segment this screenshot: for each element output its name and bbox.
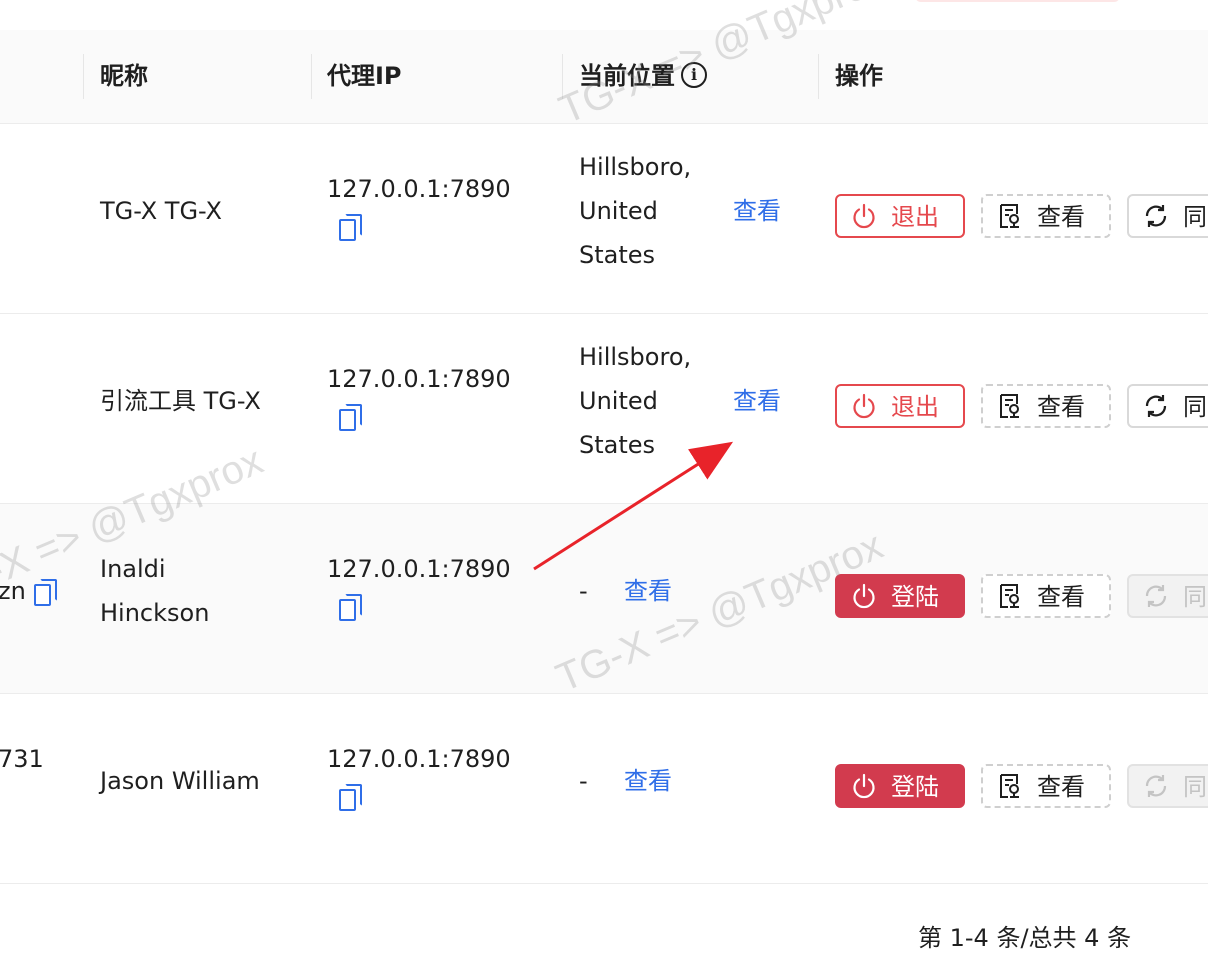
sync-button[interactable]: 同: [1127, 194, 1208, 238]
header-proxy-ip: 代理IP: [327, 62, 402, 90]
top-button-edge: [915, 0, 1120, 2]
primary-action-label: 登陆: [891, 773, 939, 801]
primary-action-label: 退出: [891, 203, 939, 231]
document-view-icon: [1000, 774, 1019, 798]
primary-action-label: 登陆: [891, 583, 939, 611]
power-icon: [853, 773, 875, 799]
proxy-ip-cell: 127.0.0.1:7890: [327, 357, 511, 445]
header-location-label: 当前位置: [579, 62, 675, 90]
document-view-icon: [1000, 394, 1019, 418]
nickname-cell: Jason William: [100, 767, 260, 795]
sync-icon: [1145, 395, 1167, 417]
nickname-cell: TG-X TG-X: [100, 197, 222, 225]
primary-action-button[interactable]: 退出: [835, 384, 965, 428]
view-button[interactable]: 查看: [981, 194, 1111, 238]
sync-button[interactable]: 同: [1127, 384, 1208, 428]
table-row: 731 Jason William 127.0.0.1:7890 - 查看 登陆…: [0, 694, 1208, 884]
proxy-ip-cell: 127.0.0.1:7890: [327, 547, 511, 635]
location-cell: Hillsboro, United States: [579, 153, 692, 269]
nickname-cell: Inaldi Hinckson: [100, 555, 210, 627]
copy-icon[interactable]: [337, 783, 362, 811]
view-location-link[interactable]: 查看: [624, 569, 672, 613]
view-button-label: 查看: [1037, 393, 1085, 421]
copy-icon[interactable]: [337, 403, 362, 431]
sync-button-label: 同: [1183, 393, 1207, 421]
primary-action-button[interactable]: 登陆: [835, 574, 965, 618]
copy-icon[interactable]: [337, 593, 362, 621]
power-icon: [853, 583, 875, 609]
row-left-fragment: zn: [0, 569, 57, 613]
row-left-fragment: 731: [0, 737, 44, 781]
document-view-icon: [1000, 584, 1019, 608]
primary-action-button[interactable]: 退出: [835, 194, 965, 238]
copy-icon[interactable]: [337, 213, 362, 241]
proxy-ip-text: 127.0.0.1:7890: [327, 175, 511, 203]
power-icon: [853, 203, 875, 229]
sync-icon: [1145, 775, 1167, 797]
copy-icon[interactable]: [32, 578, 57, 606]
left-fragment-text: 731: [0, 745, 44, 773]
sync-button-label: 同: [1183, 773, 1207, 801]
power-icon: [853, 393, 875, 419]
header-actions: 操作: [835, 62, 883, 90]
view-location-link[interactable]: 查看: [624, 759, 672, 803]
view-button[interactable]: 查看: [981, 384, 1111, 428]
nickname-cell: 引流工具 TG-X: [100, 387, 261, 415]
location-cell: Hillsboro, United States: [579, 343, 692, 459]
view-button[interactable]: 查看: [981, 764, 1111, 808]
primary-action-label: 退出: [891, 393, 939, 421]
sync-button-label: 同: [1183, 203, 1207, 231]
column-separator: [311, 54, 312, 99]
proxy-ip-copy-wrap: [327, 591, 511, 635]
column-separator: [562, 54, 563, 99]
sync-icon: [1145, 205, 1167, 227]
view-button[interactable]: 查看: [981, 574, 1111, 618]
proxy-ip-text: 127.0.0.1:7890: [327, 745, 511, 773]
view-button-label: 查看: [1037, 773, 1085, 801]
info-circle-icon[interactable]: i: [681, 61, 707, 88]
sync-button[interactable]: 同: [1127, 764, 1208, 808]
proxy-ip-text: 127.0.0.1:7890: [327, 555, 511, 583]
view-location-link[interactable]: 查看: [733, 379, 781, 423]
sync-button-label: 同: [1183, 583, 1207, 611]
proxy-ip-copy-wrap: [327, 781, 511, 825]
view-location-link[interactable]: 查看: [733, 189, 781, 233]
table-row: zn Inaldi Hinckson 127.0.0.1:7890 - 查看 登…: [0, 504, 1208, 694]
proxy-ip-copy-wrap: [327, 401, 511, 445]
header-nickname: 昵称: [100, 62, 148, 90]
header-location: 当前位置 i: [579, 30, 707, 123]
proxy-ip-copy-wrap: [327, 211, 511, 255]
table-row: TG-X TG-X 127.0.0.1:7890 Hillsboro, Unit…: [0, 124, 1208, 314]
table-header: 昵称 代理IP 当前位置 i 操作: [0, 30, 1208, 124]
primary-action-button[interactable]: 登陆: [835, 764, 965, 808]
view-button-label: 查看: [1037, 583, 1085, 611]
proxy-ip-cell: 127.0.0.1:7890: [327, 737, 511, 825]
pagination-summary: 第 1-4 条/总共 4 条: [918, 924, 1132, 952]
proxy-ip-text: 127.0.0.1:7890: [327, 365, 511, 393]
document-view-icon: [1000, 204, 1019, 228]
proxy-ip-cell: 127.0.0.1:7890: [327, 167, 511, 255]
view-button-label: 查看: [1037, 203, 1085, 231]
sync-icon: [1145, 585, 1167, 607]
table-row: 引流工具 TG-X 127.0.0.1:7890 Hillsboro, Unit…: [0, 314, 1208, 504]
column-separator: [818, 54, 819, 99]
left-fragment-text: zn: [0, 577, 26, 605]
column-separator: [83, 54, 84, 99]
top-strip: [0, 0, 1208, 30]
sync-button[interactable]: 同: [1127, 574, 1208, 618]
